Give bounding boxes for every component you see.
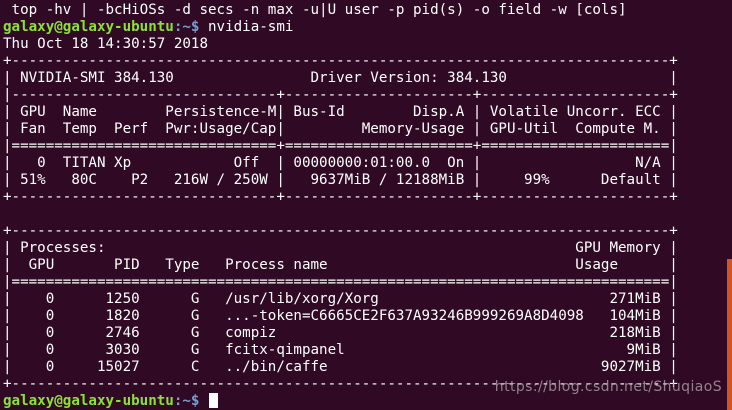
smi-proc-double-separator: |=======================================…: [3, 274, 678, 290]
smi-proc-border-top: +---------------------------------------…: [3, 223, 678, 239]
process-row: | 0 2746 G compiz 218MiB |: [3, 325, 678, 341]
top-usage-line: top -hv | -bcHiOSs -d secs -n max -u|U u…: [3, 2, 627, 18]
prompt-user: galaxy@galaxy-ubuntu: [3, 19, 174, 35]
command-text: nvidia-smi: [199, 19, 294, 35]
prompt-path: :~$: [173, 393, 209, 409]
watermark: https://blog.csdn.net/ShuqiaoS: [494, 379, 722, 395]
final-prompt-line[interactable]: galaxy@galaxy-ubuntu:~$: [3, 393, 732, 410]
text-cursor: [209, 393, 219, 408]
smi-header-line-1: | GPU Name Persistence-M| Bus-Id Disp.A …: [3, 104, 678, 120]
smi-double-separator: |===============================+=======…: [3, 138, 678, 154]
smi-separator: |-------------------------------+-------…: [3, 87, 678, 103]
process-row: | 0 1250 G /usr/lib/xorg/Xorg 271MiB |: [3, 291, 678, 307]
prompt-user: galaxy@galaxy-ubuntu: [3, 393, 174, 409]
smi-version-line: | NVIDIA-SMI 384.130 Driver Version: 384…: [3, 70, 678, 86]
smi-gpu-border-bottom: +-------------------------------+-------…: [3, 189, 678, 205]
smi-proc-header-1: | Processes: GPU Memory |: [3, 240, 678, 256]
process-row: | 0 3030 G fcitx-qimpanel 9MiB |: [3, 342, 678, 358]
command-line: galaxy@galaxy-ubuntu:~$ nvidia-smi: [3, 19, 732, 36]
smi-gpu-line-1: | 0 TITAN Xp Off | 00000000:01:00.0 On |…: [3, 155, 678, 171]
process-row: | 0 15027 C ../bin/caffe 9027MiB |: [3, 359, 678, 375]
smi-proc-header-2: | GPU PID Type Process name Usage |: [3, 257, 678, 273]
smi-border-top: +---------------------------------------…: [3, 53, 678, 69]
process-row: | 0 1820 G ...-token=C6665CE2F637A93246B…: [3, 308, 678, 324]
terminal-window[interactable]: top -hv | -bcHiOSs -d secs -n max -u|U u…: [3, 2, 732, 410]
scrollbar[interactable]: [727, 259, 732, 410]
timestamp-line: Thu Oct 18 14:30:57 2018: [3, 36, 208, 52]
smi-header-line-2: | Fan Temp Perf Pwr:Usage/Cap| Memory-Us…: [3, 121, 678, 137]
prompt-path: :~$: [173, 19, 200, 35]
smi-gpu-line-2: | 51% 80C P2 216W / 250W | 9637MiB / 121…: [3, 172, 678, 188]
